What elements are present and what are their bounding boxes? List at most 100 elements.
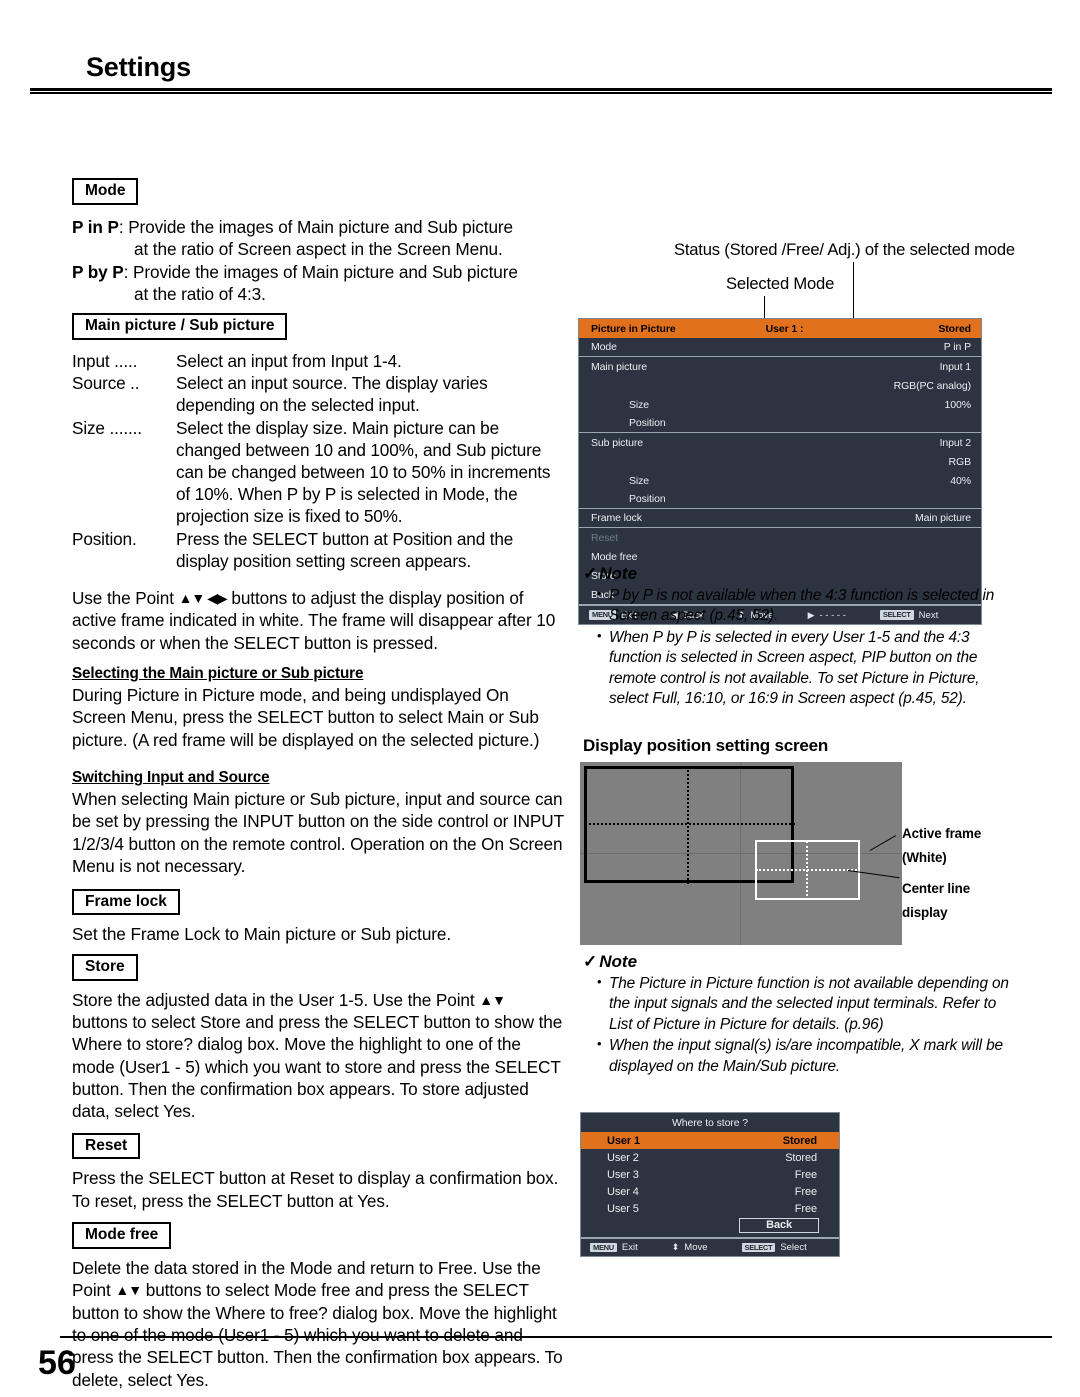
main-picture-center-vertical bbox=[687, 766, 689, 884]
osd-menu-row[interactable]: Position bbox=[579, 414, 981, 433]
help-bar-item: MENU Exit bbox=[590, 1242, 638, 1253]
callout-status-label: Status (Stored /Free/ Adj.) of the selec… bbox=[674, 240, 1015, 259]
definition-desc: Select the display size. Main picture ca… bbox=[176, 417, 551, 527]
note-item: When the input signal(s) is/are incompat… bbox=[597, 1035, 1011, 1077]
label-box-main-sub-picture: Main picture / Sub picture bbox=[72, 313, 288, 341]
dialog-user-row[interactable]: User 3 Free bbox=[581, 1166, 839, 1183]
osd-menu-row[interactable]: Main picture Input 1 bbox=[579, 357, 981, 376]
point-arrows-icon: ▲▼ ◀▶ bbox=[178, 589, 228, 606]
page-title: Settings bbox=[86, 52, 191, 82]
osd-row-label: Reset bbox=[591, 531, 618, 544]
osd-row-value: Input 1 bbox=[939, 360, 972, 373]
check-icon: ✓ bbox=[583, 564, 598, 583]
diagram-label-center-line-display: display bbox=[902, 905, 948, 920]
label-box-mode: Mode bbox=[72, 178, 139, 205]
osd-menu-row[interactable]: Sub picture Input 2 bbox=[579, 433, 981, 452]
store-body-text: Store the adjusted data in the User 1-5.… bbox=[72, 989, 564, 1123]
osd-row-label: Picture in Picture bbox=[591, 322, 676, 335]
definition-desc: Select an input source. The display vari… bbox=[176, 373, 488, 416]
dialog-user-label: User 3 bbox=[607, 1168, 639, 1181]
subheading-switching-input-source: Switching Input and Source bbox=[72, 769, 270, 787]
dialog-user-status: Free bbox=[794, 1202, 817, 1215]
dialog-user-label: User 1 bbox=[607, 1134, 641, 1147]
osd-row-value: Main picture bbox=[915, 512, 971, 524]
dialog-user-label: User 5 bbox=[607, 1202, 639, 1215]
help-bar-label: Select bbox=[780, 1242, 807, 1253]
mode-cont-pinp: at the ratio of Screen aspect in the Scr… bbox=[134, 239, 503, 260]
osd-menu-row[interactable]: Frame lock Main picture bbox=[579, 509, 981, 528]
osd-menu-row[interactable]: Reset bbox=[579, 528, 981, 547]
main-picture-center-horizontal bbox=[585, 823, 795, 825]
dialog-user-row[interactable]: User 1 Stored bbox=[581, 1132, 839, 1149]
callout-mode-leader bbox=[764, 296, 765, 319]
diagram-label-active-frame: Active frame bbox=[902, 826, 982, 841]
osd-menu-row[interactable]: Size 40% bbox=[579, 471, 981, 490]
osd-menu-row[interactable]: Position bbox=[579, 490, 981, 509]
osd-row-value: RGB(PC analog) bbox=[893, 379, 971, 392]
osd-menu-row[interactable]: RGB(PC analog) bbox=[579, 376, 981, 395]
dialog-user-row[interactable]: User 2 Stored bbox=[581, 1149, 839, 1166]
footer-divider bbox=[60, 1336, 1052, 1338]
dialog-user-row[interactable]: User 5 Free bbox=[581, 1200, 839, 1217]
note-heading-text: Note bbox=[599, 564, 638, 583]
dialog-title: Where to store ? bbox=[671, 1117, 749, 1129]
page-number: 56 bbox=[38, 1344, 76, 1382]
definition-source: Source .. Select an input source. The di… bbox=[72, 372, 564, 416]
store-body-part-a: Store the adjusted data in the User 1-5.… bbox=[72, 989, 480, 1010]
note-heading-text: Note bbox=[599, 952, 638, 971]
osd-row-label: Mode free bbox=[591, 550, 638, 563]
osd-menu-row[interactable]: Picture in Picture User 1 : Stored bbox=[579, 319, 981, 338]
osd-row-value: RGB bbox=[948, 455, 972, 468]
updown-arrows-icon: ▲▼ bbox=[115, 1282, 142, 1299]
dialog-back-row: Back bbox=[581, 1217, 839, 1237]
sub-picture-center-horizontal bbox=[756, 869, 860, 871]
dialog-back-button[interactable]: Back bbox=[739, 1218, 819, 1233]
dialog-user-label: User 4 bbox=[607, 1185, 639, 1198]
dialog-help-bar: MENU Exit ⬍ Move SELECT Select bbox=[581, 1237, 839, 1256]
left-column: Mode P in P: Provide the images of Main … bbox=[72, 178, 564, 1397]
mode-term-pinp: P in P bbox=[72, 216, 119, 237]
point-buttons-paragraph: Use the Point ▲▼ ◀▶ buttons to adjust th… bbox=[72, 587, 564, 654]
diagram-label-active-frame-white: (White) bbox=[902, 850, 947, 865]
where-to-store-dialog[interactable]: Where to store ? User 1 Stored User 2 Store… bbox=[580, 1112, 840, 1257]
note-heading: ✓ Note bbox=[583, 952, 1011, 972]
dialog-user-status: Stored bbox=[785, 1151, 817, 1164]
definition-term: Input ..... bbox=[72, 351, 138, 372]
osd-row-label: Size bbox=[629, 398, 650, 411]
osd-menu-row[interactable]: Mode P in P bbox=[579, 338, 981, 357]
dialog-user-status: Free bbox=[794, 1185, 817, 1198]
osd-menu-row[interactable]: Size 100% bbox=[579, 395, 981, 414]
callout-selected-mode-label: Selected Mode bbox=[726, 274, 835, 293]
note-item: P by P is not available when the 4:3 fun… bbox=[597, 585, 1003, 627]
mode-item-pbyp: P by P: Provide the images of Main pictu… bbox=[72, 261, 564, 283]
dialog-user-row[interactable]: User 4 Free bbox=[581, 1183, 839, 1200]
osd-menu-row[interactable]: RGB bbox=[579, 452, 981, 471]
osd-row-value: Stored bbox=[938, 322, 971, 335]
osd-row-label: Sub picture bbox=[591, 436, 644, 449]
key-chip-menu: MENU bbox=[590, 1242, 617, 1253]
reset-body-text: Press the SELECT button at Reset to disp… bbox=[72, 1168, 559, 1211]
osd-row-label: Position bbox=[629, 493, 666, 505]
check-icon: ✓ bbox=[583, 952, 598, 971]
label-box-mode-free: Mode free bbox=[72, 1222, 172, 1250]
osd-row-label: Position bbox=[629, 417, 666, 429]
osd-row-value: P in P bbox=[943, 341, 971, 353]
key-chip-select: SELECT bbox=[741, 1242, 776, 1253]
mode-item-pinp: P in P: Provide the images of Main pictu… bbox=[72, 216, 564, 238]
note-list: The Picture in Picture function is not a… bbox=[583, 973, 1011, 1077]
mode-desc-pbyp: : Provide the images of Main picture and… bbox=[123, 261, 518, 282]
mode-term-pbyp: P by P bbox=[72, 261, 124, 282]
callout-status-leader bbox=[853, 262, 854, 319]
display-position-figure: Active frame (White) Center line display bbox=[580, 762, 1050, 948]
definition-term: Source .. bbox=[72, 373, 140, 394]
frame-lock-body-text: Set the Frame Lock to Main picture or Su… bbox=[72, 924, 452, 945]
osd-row-label: Main picture bbox=[591, 360, 647, 373]
definition-desc: Press the SELECT button at Position and … bbox=[176, 528, 514, 571]
direction-arrow-icon: ⬍ bbox=[671, 1242, 680, 1252]
updown-arrows-icon: ▲▼ bbox=[479, 991, 506, 1008]
point-paragraph-part-a: Use the Point bbox=[72, 587, 179, 608]
osd-row-label: Size bbox=[629, 474, 650, 487]
note-item: When P by P is selected in every User 1-… bbox=[597, 627, 1003, 710]
definition-desc: Select an input from Input 1-4. bbox=[176, 351, 402, 372]
section-heading-display-position: Display position setting screen bbox=[583, 736, 829, 755]
